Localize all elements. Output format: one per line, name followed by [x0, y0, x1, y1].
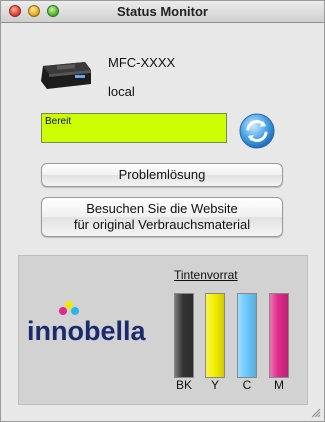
ink-label-bk: BK [175, 378, 192, 392]
ink-label-y: Y [210, 378, 219, 392]
website-label-line1: Besuchen Sie die Website [86, 201, 238, 216]
title-bar: Status Monitor [1, 1, 324, 23]
status-indicator: Bereit [41, 113, 227, 143]
connection-type: local [108, 84, 135, 99]
ink-label-m: M [274, 378, 284, 392]
printer-icon [41, 62, 91, 89]
ink-level-m [269, 293, 289, 378]
refresh-icon[interactable] [238, 112, 276, 150]
device-model: MFC-XXXX [108, 55, 176, 70]
ink-level-y [205, 293, 225, 378]
ink-label-c: C [242, 378, 252, 392]
status-monitor-window: Status Monitor MFC-XXXX local Bereit Pro… [0, 0, 325, 422]
troubleshoot-button[interactable]: Problemlösung [41, 163, 283, 187]
troubleshoot-label: Problemlösung [118, 167, 206, 182]
logo-text: innobella [27, 316, 146, 346]
supplies-website-button[interactable]: Besuchen Sie die Website für original Ve… [41, 197, 283, 237]
ink-panel: innobella Tintenvorrat BK Y C M [18, 255, 308, 405]
status-text: Bereit [45, 116, 72, 127]
innobella-logo: innobella [27, 301, 146, 346]
ink-level-c [237, 293, 257, 378]
ink-level-bk [174, 293, 194, 378]
ink-supply-title: Tintenvorrat [174, 268, 238, 282]
website-label-line2: für original Verbrauchsmaterial [73, 217, 251, 232]
resize-grip-icon[interactable] [311, 408, 321, 418]
window-title: Status Monitor [117, 4, 208, 19]
